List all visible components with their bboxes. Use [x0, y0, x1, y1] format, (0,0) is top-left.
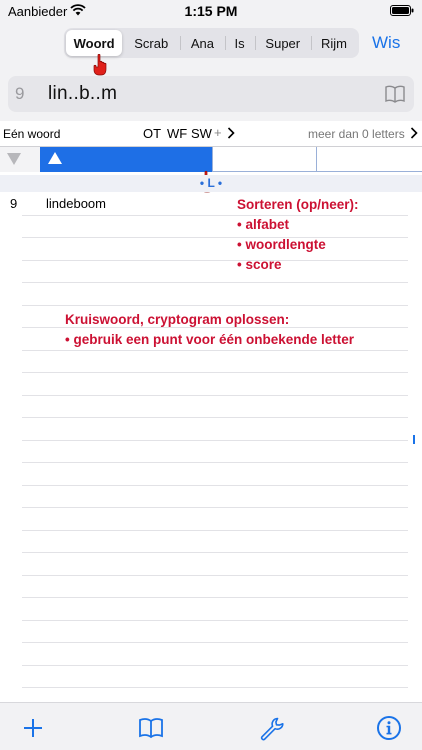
annotation-title: Kruiswoord, cryptogram oplossen: [65, 312, 290, 327]
row-divider [22, 440, 408, 441]
mode-segmented-control: Woord Scrab Ana Is Super Rijm [64, 28, 359, 58]
letter-section-header: • L • [0, 175, 422, 192]
segment-scrab[interactable]: Scrab [122, 30, 180, 56]
row-divider [22, 417, 408, 418]
filter-row: Eén woord OT WF SW + meer dan 0 letters [0, 121, 422, 147]
sort-annotation: Sorteren (op/neer): • alfabet • woordlen… [237, 195, 359, 275]
triangle-up-icon [48, 152, 62, 164]
result-count: 9 [15, 84, 25, 103]
single-word-filter[interactable]: Eén woord [3, 127, 60, 141]
wis-button[interactable]: Wis [372, 33, 400, 53]
search-input[interactable]: lin..b..m [48, 83, 117, 105]
search-field[interactable]: 9 lin..b..m [8, 76, 414, 112]
info-icon[interactable] [376, 715, 402, 741]
row-divider [22, 462, 408, 463]
letter-count-filter[interactable]: meer dan 0 letters [308, 127, 405, 141]
row-divider [22, 552, 408, 553]
plus-icon[interactable] [20, 715, 46, 741]
sort-bar [0, 147, 422, 172]
row-divider [22, 575, 408, 576]
row-divider [22, 642, 408, 643]
row-divider [22, 282, 408, 283]
row-divider [22, 372, 408, 373]
filter-sw[interactable]: SW [191, 126, 212, 141]
row-divider [22, 485, 408, 486]
sort-score-button[interactable] [316, 147, 422, 172]
result-word[interactable]: lindeboom [46, 196, 106, 211]
row-divider [22, 620, 408, 621]
triangle-down-icon [7, 153, 21, 165]
sort-alphabet-button[interactable] [40, 147, 212, 172]
annotation-item: • woordlengte [237, 237, 326, 252]
annotation-title: Sorteren (op/neer): [237, 197, 359, 212]
annotation-item: • score [237, 257, 282, 272]
segment-rijm[interactable]: Rijm [310, 30, 357, 56]
annotation-item: • gebruik een punt voor één onbekende le… [65, 332, 355, 347]
pointing-hand-icon [93, 54, 107, 76]
filter-wf[interactable]: WF [167, 126, 187, 141]
book-icon[interactable] [385, 85, 405, 103]
sort-direction-button[interactable] [0, 147, 40, 172]
chevron-right-icon[interactable] [227, 127, 235, 139]
chevron-right-icon[interactable] [410, 127, 418, 139]
segment-super[interactable]: Super [254, 30, 311, 56]
row-divider [22, 687, 408, 688]
status-time: 1:15 PM [184, 3, 238, 19]
ruled-lines [22, 215, 408, 700]
row-divider [22, 395, 408, 396]
annotation-item: • alfabet [237, 217, 289, 232]
sort-length-button[interactable] [212, 147, 316, 172]
segment-woord[interactable]: Woord [66, 30, 123, 56]
row-divider [22, 305, 408, 306]
wrench-icon[interactable] [258, 715, 284, 741]
result-length: 9 [10, 196, 18, 211]
segment-is[interactable]: Is [224, 30, 255, 56]
bottom-toolbar [0, 702, 422, 750]
row-divider [22, 597, 408, 598]
status-bar: Aanbieder 1:15 PM [0, 0, 422, 22]
book-icon[interactable] [138, 715, 164, 741]
crossword-annotation: Kruiswoord, cryptogram oplossen: • gebru… [65, 310, 354, 350]
row-divider [22, 530, 408, 531]
row-divider [22, 507, 408, 508]
filter-ot[interactable]: OT [143, 126, 161, 141]
scroll-indicator[interactable] [413, 435, 415, 444]
filter-plus[interactable]: + [214, 125, 222, 140]
battery-icon [390, 5, 414, 16]
segment-ana[interactable]: Ana [180, 30, 224, 56]
row-divider [22, 665, 408, 666]
row-divider [22, 350, 408, 351]
